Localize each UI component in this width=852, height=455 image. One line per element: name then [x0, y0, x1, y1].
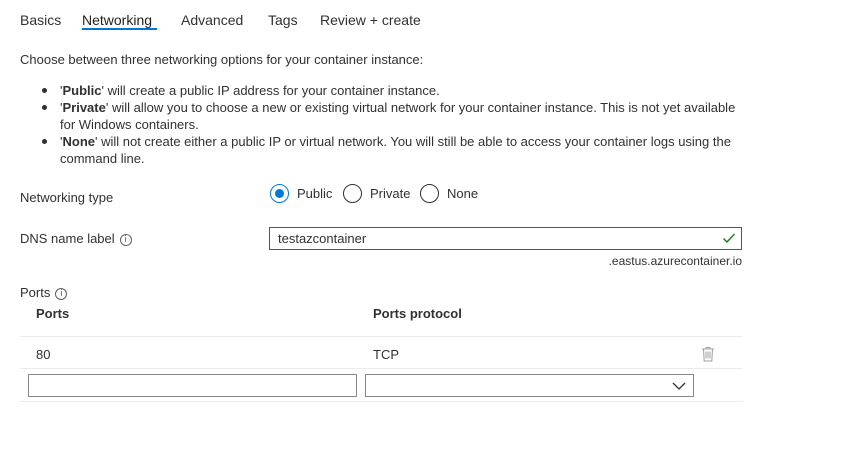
option-name: Private [62, 100, 106, 115]
option-text: will not create either a public IP or vi… [60, 134, 731, 166]
port-cell: 80 [36, 347, 51, 362]
new-protocol-dropdown[interactable] [365, 374, 694, 397]
tab-advanced[interactable]: Advanced [181, 12, 243, 28]
radio-label: Private [370, 186, 411, 201]
tab-review-create[interactable]: Review + create [320, 12, 421, 28]
radio-private[interactable]: Private [343, 184, 410, 203]
radio-none[interactable]: None [420, 184, 478, 203]
info-icon[interactable]: i [55, 287, 68, 300]
tab-basics[interactable]: Basics [20, 12, 61, 28]
radio-unchecked-icon[interactable] [420, 184, 439, 203]
checkmark-icon [723, 233, 736, 244]
active-tab-indicator [82, 28, 157, 30]
bullet-icon [42, 139, 47, 144]
table-divider [20, 401, 743, 402]
dns-name-label: DNS name label i [20, 231, 132, 246]
column-header-ports: Ports [36, 306, 70, 321]
dns-input-value: testazcontainer [278, 231, 367, 246]
networking-intro-text: Choose between three networking options … [20, 52, 424, 67]
bullet-icon [42, 88, 47, 93]
option-name: Public [62, 83, 102, 98]
new-port-input[interactable] [28, 374, 357, 397]
ports-label-text: Ports [20, 285, 51, 300]
option-name: None [62, 134, 95, 149]
protocol-cell: TCP [373, 347, 399, 362]
table-divider [20, 368, 743, 369]
dns-name-input[interactable]: testazcontainer [269, 227, 742, 250]
tab-networking[interactable]: Networking [82, 12, 152, 28]
trash-icon[interactable] [701, 346, 715, 362]
bullet-icon [42, 105, 47, 110]
radio-label: Public [297, 186, 333, 201]
radio-label: None [447, 186, 479, 201]
chevron-down-icon [672, 382, 686, 390]
column-header-ports-protocol: Ports protocol [373, 306, 462, 321]
networking-options-list: 'Public' will create a public IP address… [42, 82, 742, 167]
option-private-description: 'Private' will allow you to choose a new… [42, 99, 742, 133]
option-text: will create a public IP address for your… [103, 83, 440, 98]
networking-type-label: Networking type [20, 190, 114, 205]
option-public-description: 'Public' will create a public IP address… [42, 82, 742, 99]
radio-public[interactable]: Public [270, 184, 332, 203]
option-text: will allow you to choose a new or existi… [60, 100, 736, 132]
info-icon[interactable]: i [119, 233, 132, 246]
dns-label-text: DNS name label [20, 231, 115, 246]
option-none-description: 'None' will not create either a public I… [42, 133, 742, 167]
ports-section-label: Ports i [20, 285, 68, 300]
tab-tags[interactable]: Tags [268, 12, 298, 28]
radio-unchecked-icon[interactable] [343, 184, 362, 203]
table-divider [20, 336, 743, 337]
radio-checked-icon[interactable] [270, 184, 289, 203]
dns-suffix: .eastus.azurecontainer.io [608, 254, 742, 268]
